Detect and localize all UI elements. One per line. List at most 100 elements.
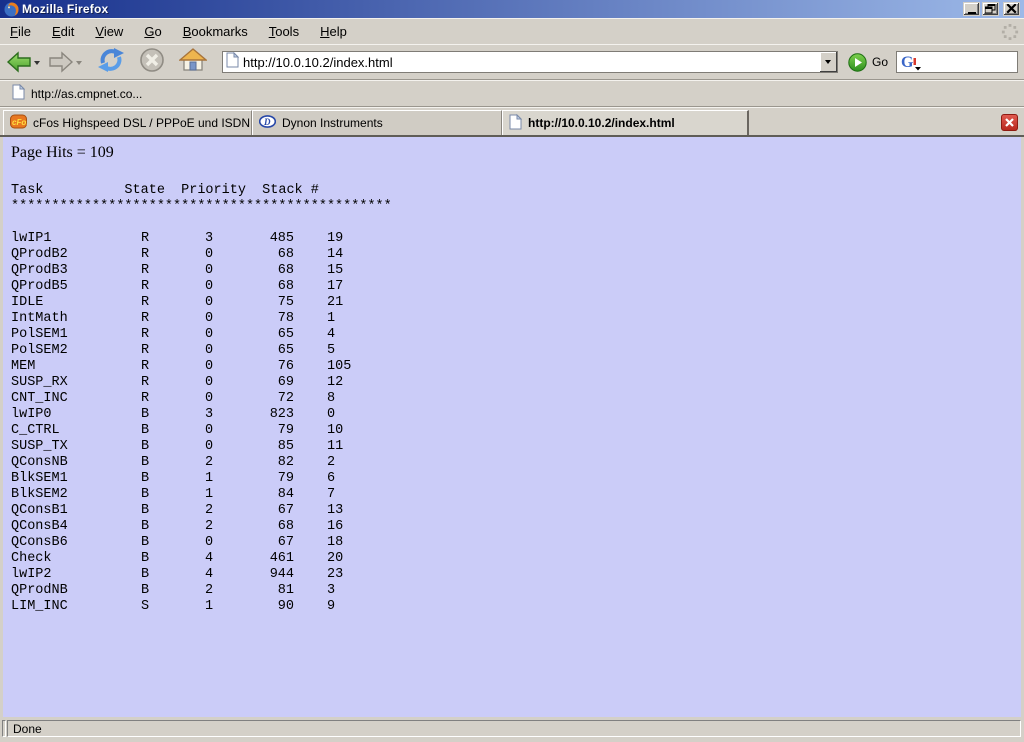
state-cell: R bbox=[141, 263, 205, 279]
priority-cell: 0 bbox=[205, 391, 213, 407]
task-cell: lwIP2 bbox=[11, 567, 141, 583]
state-cell: B bbox=[141, 439, 205, 455]
stacknum-cell: 0 bbox=[294, 407, 335, 423]
table-row: C_CTRL B 0 79 10 bbox=[8, 423, 1021, 439]
table-separator: ****************************************… bbox=[8, 199, 1021, 215]
tab-cfos[interactable]: cFos cFos Highspeed DSL / PPPoE und ISDN… bbox=[3, 110, 252, 135]
priority-cell: 2 bbox=[205, 519, 213, 535]
stacknum-cell: 5 bbox=[294, 343, 335, 359]
priority-cell: 0 bbox=[205, 343, 213, 359]
home-button[interactable] bbox=[179, 48, 207, 77]
stack-cell: 72 bbox=[213, 391, 294, 407]
table-row: PolSEM1 R 0 65 4 bbox=[8, 327, 1021, 343]
stack-cell: 68 bbox=[213, 263, 294, 279]
state-cell: B bbox=[141, 423, 205, 439]
stacknum-cell: 17 bbox=[294, 279, 343, 295]
priority-cell: 0 bbox=[205, 279, 213, 295]
priority-cell: 1 bbox=[205, 599, 213, 615]
tab-dynon[interactable]: D Dynon Instruments bbox=[252, 110, 502, 135]
forward-dropdown-icon[interactable] bbox=[76, 61, 82, 65]
stacknum-cell: 6 bbox=[294, 471, 335, 487]
menu-item[interactable]: File bbox=[4, 21, 37, 42]
tab-active-index-page[interactable]: http://10.0.10.2/index.html bbox=[502, 110, 749, 135]
stack-cell: 82 bbox=[213, 455, 294, 471]
priority-cell: 0 bbox=[205, 311, 213, 327]
address-dropdown-button[interactable] bbox=[820, 52, 837, 72]
reload-button[interactable] bbox=[97, 47, 125, 78]
task-cell: PolSEM2 bbox=[11, 343, 141, 359]
table-row: BlkSEM2 B 1 84 7 bbox=[8, 487, 1021, 503]
priority-cell: 2 bbox=[205, 583, 213, 599]
task-table: lwIP1 R 3 485 19 QProdB2 R 0 68 14 QProd… bbox=[8, 231, 1021, 615]
table-row: QProdB5 R 0 68 17 bbox=[8, 279, 1021, 295]
minimize-button[interactable] bbox=[963, 2, 980, 16]
task-cell: BlkSEM2 bbox=[11, 487, 141, 503]
stack-cell: 67 bbox=[213, 503, 294, 519]
table-row: QConsB1 B 2 67 13 bbox=[8, 503, 1021, 519]
stack-cell: 65 bbox=[213, 327, 294, 343]
state-cell: B bbox=[141, 487, 205, 503]
menu-item[interactable]: Help bbox=[314, 21, 353, 42]
stacknum-cell: 2 bbox=[294, 455, 335, 471]
stack-cell: 78 bbox=[213, 311, 294, 327]
restore-button[interactable] bbox=[982, 2, 999, 16]
stop-button[interactable] bbox=[139, 47, 165, 78]
status-panel: Done bbox=[7, 720, 1021, 737]
state-cell: B bbox=[141, 519, 205, 535]
state-cell: R bbox=[141, 375, 205, 391]
restore-icon bbox=[985, 4, 996, 14]
tab-close-button[interactable] bbox=[1001, 114, 1018, 131]
close-button[interactable] bbox=[1003, 2, 1020, 16]
back-button[interactable] bbox=[6, 51, 44, 73]
table-row: QProdB2 R 0 68 14 bbox=[8, 247, 1021, 263]
menu-item[interactable]: Go bbox=[138, 21, 167, 42]
stacknum-cell: 21 bbox=[294, 295, 343, 311]
stack-cell: 485 bbox=[213, 231, 294, 247]
table-row: QConsNB B 2 82 2 bbox=[8, 455, 1021, 471]
task-cell: LIM_INC bbox=[11, 599, 141, 615]
stacknum-cell: 13 bbox=[294, 503, 343, 519]
back-dropdown-icon[interactable] bbox=[34, 61, 40, 65]
state-cell: B bbox=[141, 471, 205, 487]
bookmark-item[interactable]: http://as.cmpnet.co... bbox=[8, 82, 146, 105]
priority-cell: 0 bbox=[205, 295, 213, 311]
stacknum-cell: 8 bbox=[294, 391, 335, 407]
minimize-icon bbox=[968, 12, 976, 14]
stacknum-cell: 20 bbox=[294, 551, 343, 567]
table-row: lwIP1 R 3 485 19 bbox=[8, 231, 1021, 247]
priority-cell: 4 bbox=[205, 551, 213, 567]
address-input[interactable] bbox=[243, 55, 820, 70]
tab-label: cFos Highspeed DSL / PPPoE und ISDN CAP.… bbox=[33, 116, 252, 130]
stacknum-cell: 11 bbox=[294, 439, 343, 455]
stacknum-cell: 18 bbox=[294, 535, 343, 551]
back-arrow-icon bbox=[6, 51, 32, 73]
stacknum-cell: 23 bbox=[294, 567, 343, 583]
state-cell: R bbox=[141, 391, 205, 407]
table-row: QConsB6 B 0 67 18 bbox=[8, 535, 1021, 551]
priority-cell: 0 bbox=[205, 423, 213, 439]
task-cell: QConsB1 bbox=[11, 503, 141, 519]
table-row: LIM_INC S 1 90 9 bbox=[8, 599, 1021, 615]
forward-button[interactable] bbox=[48, 51, 86, 73]
state-cell: R bbox=[141, 311, 205, 327]
menu-item[interactable]: Edit bbox=[46, 21, 80, 42]
google-g-icon[interactable]: G bbox=[900, 53, 922, 71]
browser-window: Mozilla Firefox FileEditVie bbox=[0, 0, 1024, 742]
task-cell: lwIP1 bbox=[11, 231, 141, 247]
status-bar: Done bbox=[0, 717, 1024, 742]
stacknum-cell: 14 bbox=[294, 247, 343, 263]
throbber-icon bbox=[1000, 22, 1020, 42]
go-button[interactable]: Go bbox=[848, 53, 888, 72]
statusbar-grip bbox=[2, 720, 6, 737]
menu-item[interactable]: Tools bbox=[263, 21, 305, 42]
cfos-icon: cFos bbox=[10, 114, 27, 132]
table-row: SUSP_RX R 0 69 12 bbox=[8, 375, 1021, 391]
stacknum-cell: 1 bbox=[294, 311, 335, 327]
menu-item[interactable]: Bookmarks bbox=[177, 21, 254, 42]
state-cell: S bbox=[141, 599, 205, 615]
task-cell: QProdB5 bbox=[11, 279, 141, 295]
menu-item[interactable]: View bbox=[89, 21, 129, 42]
stack-cell: 75 bbox=[213, 295, 294, 311]
priority-cell: 3 bbox=[205, 231, 213, 247]
search-input[interactable] bbox=[922, 55, 1017, 69]
